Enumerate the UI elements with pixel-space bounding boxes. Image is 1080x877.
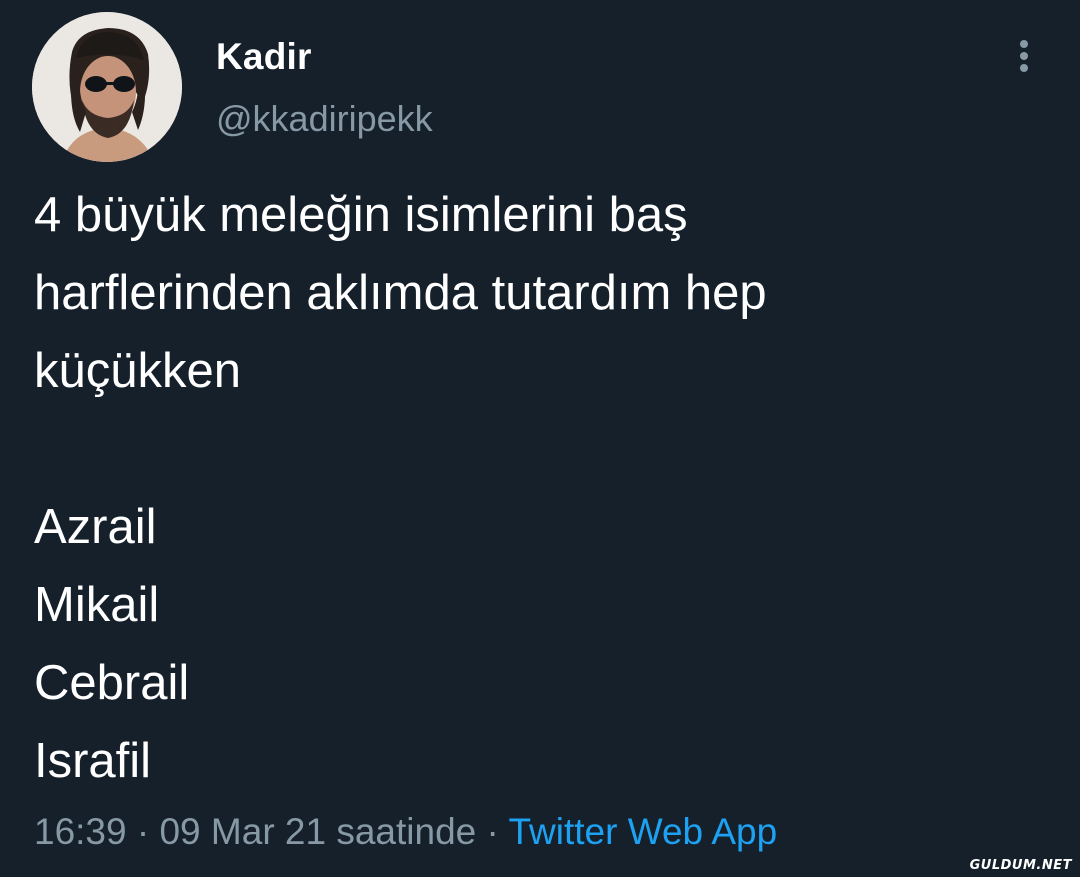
tweet-line: Israfil [34,734,152,788]
avatar[interactable] [32,12,182,162]
tweet-date[interactable]: 09 Mar 21 saatinde [159,811,476,852]
avatar-image [32,12,182,162]
tweet-time[interactable]: 16:39 [34,811,127,852]
display-name[interactable]: Kadir [216,36,312,78]
more-vertical-icon [1020,40,1028,48]
meta-separator: · [136,811,150,852]
tweet-meta: 16:39 · 09 Mar 21 saatinde · Twitter Web… [34,811,777,853]
more-options-button[interactable] [1004,36,1044,76]
tweet-source-link[interactable]: Twitter Web App [508,811,777,852]
watermark: GULDUM.NET [969,858,1072,873]
tweet-line: Cebrail [34,656,190,710]
tweet-card: Kadir @kkadiripekk 4 büyük meleğin isiml… [0,0,1080,877]
tweet-line: 4 büyük meleğin isimlerini baş [34,188,688,242]
tweet-line: harflerinden aklımda tutardım hep [34,266,767,320]
meta-separator: · [486,811,499,852]
tweet-line: küçükken [34,344,242,398]
tweet-text: 4 büyük meleğin isimlerini baş harflerin… [34,176,1034,800]
more-vertical-icon-dot [1020,52,1028,60]
more-vertical-icon-dot [1020,64,1028,72]
tweet-line: Azrail [34,500,157,554]
user-handle[interactable]: @kkadiripekk [216,98,433,140]
tweet-line: Mikail [34,578,160,632]
